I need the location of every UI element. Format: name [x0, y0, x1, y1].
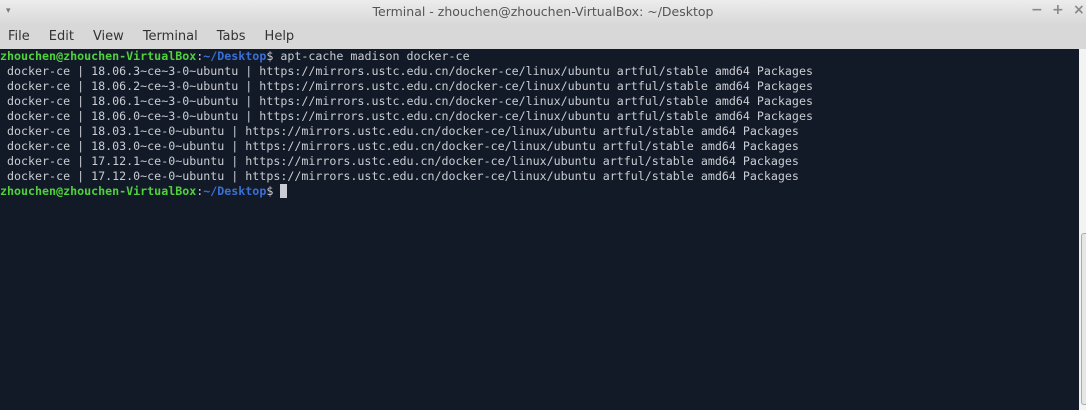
minimize-icon[interactable]: −	[1031, 2, 1043, 18]
output-line: docker-ce | 17.12.1~ce-0~ubuntu | https:…	[0, 154, 799, 168]
title-bar: ▾ Terminal - zhouchen@zhouchen-VirtualBo…	[0, 0, 1086, 24]
output-line: docker-ce | 17.12.0~ce-0~ubuntu | https:…	[0, 169, 799, 183]
output-line: docker-ce | 18.06.1~ce~3-0~ubuntu | http…	[0, 94, 813, 108]
output-line: docker-ce | 18.06.3~ce~3-0~ubuntu | http…	[0, 64, 813, 78]
cursor	[280, 184, 288, 198]
close-icon[interactable]: ×	[1073, 2, 1085, 18]
window-title: Terminal - zhouchen@zhouchen-VirtualBox:…	[372, 4, 714, 19]
terminal-output[interactable]: zhouchen@zhouchen-VirtualBox:~/Desktop$ …	[0, 49, 1079, 410]
menu-view[interactable]: View	[93, 29, 124, 44]
prompt-line: zhouchen@zhouchen-VirtualBox:~/Desktop$ …	[0, 49, 470, 63]
menu-bar: File Edit View Terminal Tabs Help	[0, 24, 1086, 49]
output-line: docker-ce | 18.06.0~ce~3-0~ubuntu | http…	[0, 109, 813, 123]
menu-terminal[interactable]: Terminal	[143, 29, 198, 44]
menu-edit[interactable]: Edit	[49, 29, 74, 44]
scrollbar-thumb[interactable]	[1081, 233, 1086, 405]
command-text: apt-cache madison docker-ce	[273, 49, 470, 63]
maximize-icon[interactable]: +	[1052, 2, 1064, 18]
output-line: docker-ce | 18.06.2~ce~3-0~ubuntu | http…	[0, 79, 813, 93]
menu-tabs[interactable]: Tabs	[217, 29, 246, 44]
prompt-line: zhouchen@zhouchen-VirtualBox:~/Desktop$	[0, 184, 1079, 199]
scrollbar[interactable]	[1079, 49, 1086, 410]
output-line: docker-ce | 18.03.0~ce-0~ubuntu | https:…	[0, 139, 799, 153]
output-line: docker-ce | 18.03.1~ce-0~ubuntu | https:…	[0, 124, 799, 138]
menu-help[interactable]: Help	[265, 29, 295, 44]
menu-file[interactable]: File	[8, 29, 30, 44]
